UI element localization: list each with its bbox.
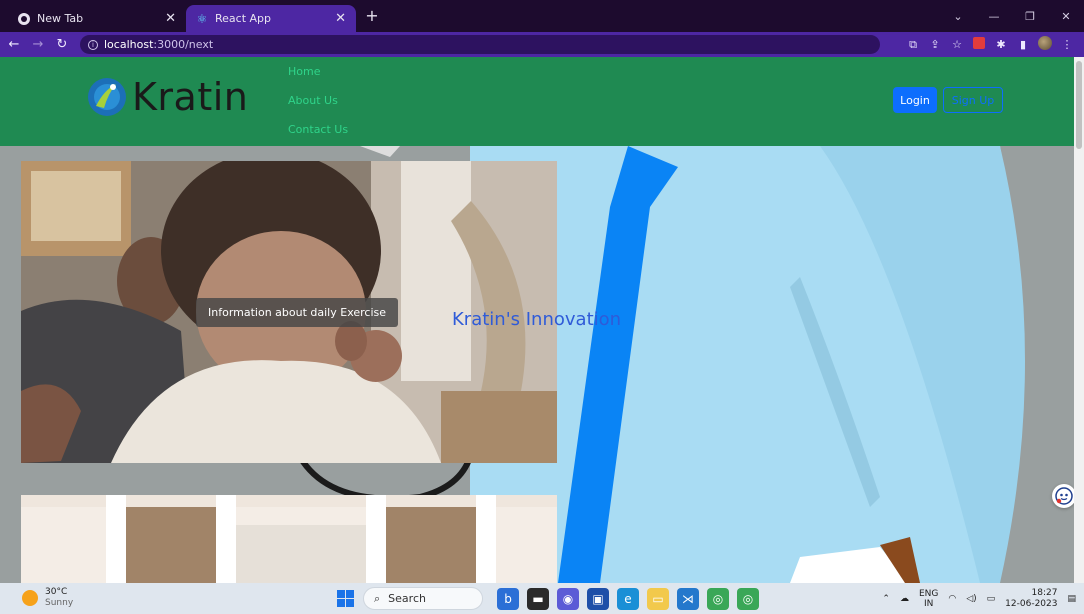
chrome-icon [18, 12, 30, 25]
chat-assistant-button[interactable] [1052, 484, 1074, 508]
onedrive-icon[interactable]: ☁ [900, 594, 909, 604]
innovation-heading: Kratin's Innovation [452, 309, 622, 330]
install-app-icon[interactable]: ⧉ [902, 38, 924, 52]
weather-widget[interactable]: 30°C Sunny [22, 587, 73, 609]
reload-icon[interactable]: ↻ [52, 37, 72, 52]
windows-taskbar: 30°C Sunny ⌕ Search b ▬ ◉ ▣ e ▭ ⋊ ◎ ◎ ⌃ … [0, 583, 1084, 614]
tab-react-app[interactable]: ⚛ React App ✕ [186, 5, 356, 32]
site-info-icon[interactable]: i [88, 39, 98, 50]
task-view-icon[interactable]: ▬ [527, 588, 549, 610]
notification-icon[interactable]: ▤ [1067, 594, 1076, 604]
system-tray: ⌃ ☁ ENG IN ◠ ◁) ▭ 18:27 12-06-2023 ▤ [872, 586, 1076, 611]
clock-date: 12-06-2023 [1005, 598, 1058, 609]
menu-kebab-icon[interactable]: ⋮ [1056, 38, 1078, 51]
tab-search-icon[interactable]: ⌄ [940, 10, 976, 23]
wifi-icon[interactable]: ◠ [948, 594, 956, 604]
volume-icon[interactable]: ◁) [966, 594, 976, 604]
chrome-canary-icon[interactable]: ◎ [737, 588, 759, 610]
back-icon[interactable]: ← [4, 37, 24, 52]
sun-icon [22, 590, 38, 606]
profile-avatar[interactable] [1034, 36, 1056, 53]
store-icon[interactable]: ▣ [587, 588, 609, 610]
nav-link-home[interactable]: Home [288, 65, 348, 94]
tray-overflow-icon[interactable]: ⌃ [882, 594, 890, 604]
url-host: localhost [104, 38, 154, 51]
chat-icon[interactable]: ◉ [557, 588, 579, 610]
browser-tab-strip: New Tab ✕ ⚛ React App ✕ + ⌄ — ❐ ✕ [0, 0, 1084, 32]
toolbar-actions: ⧉ ⇪ ☆ ✱ ▮ ⋮ [902, 32, 1078, 57]
close-icon[interactable]: ✕ [165, 11, 176, 26]
tab-title: React App [215, 12, 272, 25]
forward-icon[interactable]: → [28, 37, 48, 52]
nav-link-about-us[interactable]: About Us [288, 94, 348, 123]
window-controls: ⌄ — ❐ ✕ [940, 0, 1084, 32]
react-icon: ⚛ [196, 11, 208, 26]
search-label: Search [388, 592, 426, 605]
battery-icon[interactable]: ▭ [987, 594, 996, 604]
file-explorer-icon[interactable]: ▭ [647, 588, 669, 610]
tab-new-tab[interactable]: New Tab ✕ [8, 5, 186, 32]
nav-link-contact-us[interactable]: Contact Us [288, 123, 348, 152]
taskbar-search[interactable]: ⌕ Search [363, 587, 483, 610]
clock-time: 18:27 [1031, 587, 1058, 598]
weather-temperature: 30°C [45, 587, 68, 597]
window-photo-card[interactable] [21, 495, 557, 583]
clock[interactable]: 18:27 12-06-2023 [1005, 588, 1057, 610]
share-icon[interactable]: ⇪ [924, 38, 946, 51]
brand-name: Kratin [132, 75, 249, 119]
edge-icon[interactable]: e [617, 588, 639, 610]
address-bar[interactable]: i localhost:3000/next [80, 35, 880, 54]
chat-bot-icon [1055, 487, 1073, 505]
restore-icon[interactable]: ❐ [1012, 10, 1048, 23]
nav-links: Home About Us Contact Us [288, 65, 348, 152]
site-navbar: Kratin Home About Us Contact Us Login Si… [0, 57, 1074, 146]
vscode-icon[interactable]: ⋊ [677, 588, 699, 610]
new-tab-button[interactable]: + [362, 6, 382, 25]
bookmark-star-icon[interactable]: ☆ [946, 38, 968, 51]
kratin-logo-icon [88, 78, 126, 116]
side-panel-icon[interactable]: ▮ [1012, 38, 1034, 51]
page-scrollbar[interactable] [1074, 57, 1084, 583]
window-photo [21, 495, 557, 583]
language-indicator[interactable]: ENG IN [919, 589, 938, 609]
close-icon[interactable]: ✕ [335, 11, 346, 26]
chrome-app-icon[interactable]: ◎ [707, 588, 729, 610]
weather-condition: Sunny [45, 598, 74, 608]
url-path: :3000/next [153, 38, 214, 51]
region-code: IN [923, 598, 934, 609]
extensions-puzzle-icon[interactable]: ✱ [990, 38, 1012, 51]
language-code: ENG [918, 588, 939, 599]
scrollbar-thumb[interactable] [1076, 61, 1082, 149]
login-button[interactable]: Login [893, 87, 937, 113]
minimize-icon[interactable]: — [976, 10, 1012, 23]
taskbar-apps: b ▬ ◉ ▣ e ▭ ⋊ ◎ ◎ [497, 588, 767, 610]
page-viewport: Kratin Home About Us Contact Us Login Si… [0, 57, 1074, 583]
bing-icon[interactable]: b [497, 588, 519, 610]
photo-caption: Information about daily Exercise [196, 298, 399, 327]
extension-red-icon[interactable] [968, 37, 990, 52]
tab-title: New Tab [37, 12, 84, 25]
brand[interactable]: Kratin [86, 75, 248, 119]
window-close-icon[interactable]: ✕ [1048, 10, 1084, 23]
windows-start-icon[interactable] [337, 590, 354, 607]
browser-toolbar: ← → ↻ i localhost:3000/next ⧉ ⇪ ☆ ✱ ▮ ⋮ [0, 32, 1084, 57]
sign-up-button[interactable]: Sign Up [943, 87, 1003, 113]
search-icon: ⌕ [374, 591, 381, 605]
